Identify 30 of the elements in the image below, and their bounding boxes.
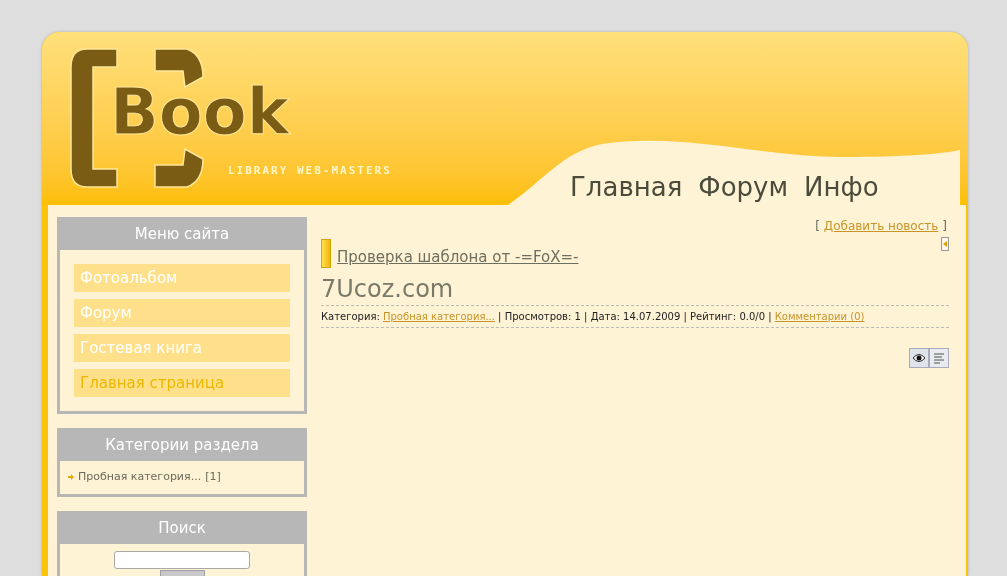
bracket-text: ] xyxy=(942,218,947,235)
meta-link[interactable]: Пробная категория... xyxy=(383,311,495,322)
add-news-link[interactable]: Добавить новость xyxy=(823,217,939,235)
menu-item[interactable]: Форум xyxy=(74,299,290,327)
search-field[interactable] xyxy=(114,550,250,569)
title-marker-icon xyxy=(321,239,331,268)
bracket-text: [ xyxy=(815,218,820,235)
menu-item[interactable]: Гостевая книга xyxy=(74,334,290,362)
bullet-arrow-icon xyxy=(68,474,74,481)
menu-item[interactable]: Главная страница xyxy=(74,369,290,397)
menu-item[interactable]: Фотоальбом xyxy=(74,264,290,292)
nav-link[interactable]: Форум xyxy=(698,168,789,207)
post-body: 7Ucoz.com xyxy=(321,274,455,304)
nav-link[interactable]: Главная xyxy=(570,168,683,207)
category-link[interactable]: Пробная категория... xyxy=(78,469,202,486)
nav-link[interactable]: Инфо xyxy=(804,168,879,207)
logo-text: Book xyxy=(110,80,290,144)
post-meta: Категория: Пробная категория... | Просмотров: 1 | Дата: 14.07.2009 | Рейтинг: 0.0/0 | Комментарии (0) xyxy=(321,305,949,328)
caret-icon xyxy=(943,241,947,247)
eye-button[interactable] xyxy=(909,348,929,368)
panel-title: Меню сайта xyxy=(60,220,304,250)
post-title-link[interactable]: Проверка шаблона от -=FoX=- xyxy=(337,245,579,268)
eye-icon xyxy=(912,353,926,363)
category-count: [1] xyxy=(205,469,221,485)
meta-link[interactable]: Комментарии (0) xyxy=(774,311,865,322)
panel-title: Поиск xyxy=(60,513,304,544)
tagline: LIBRARY WEB-MASTERS xyxy=(228,163,392,179)
panel-title: Категории раздела xyxy=(60,431,304,461)
collapse-button[interactable] xyxy=(941,237,949,251)
text-lines-icon xyxy=(933,352,945,364)
